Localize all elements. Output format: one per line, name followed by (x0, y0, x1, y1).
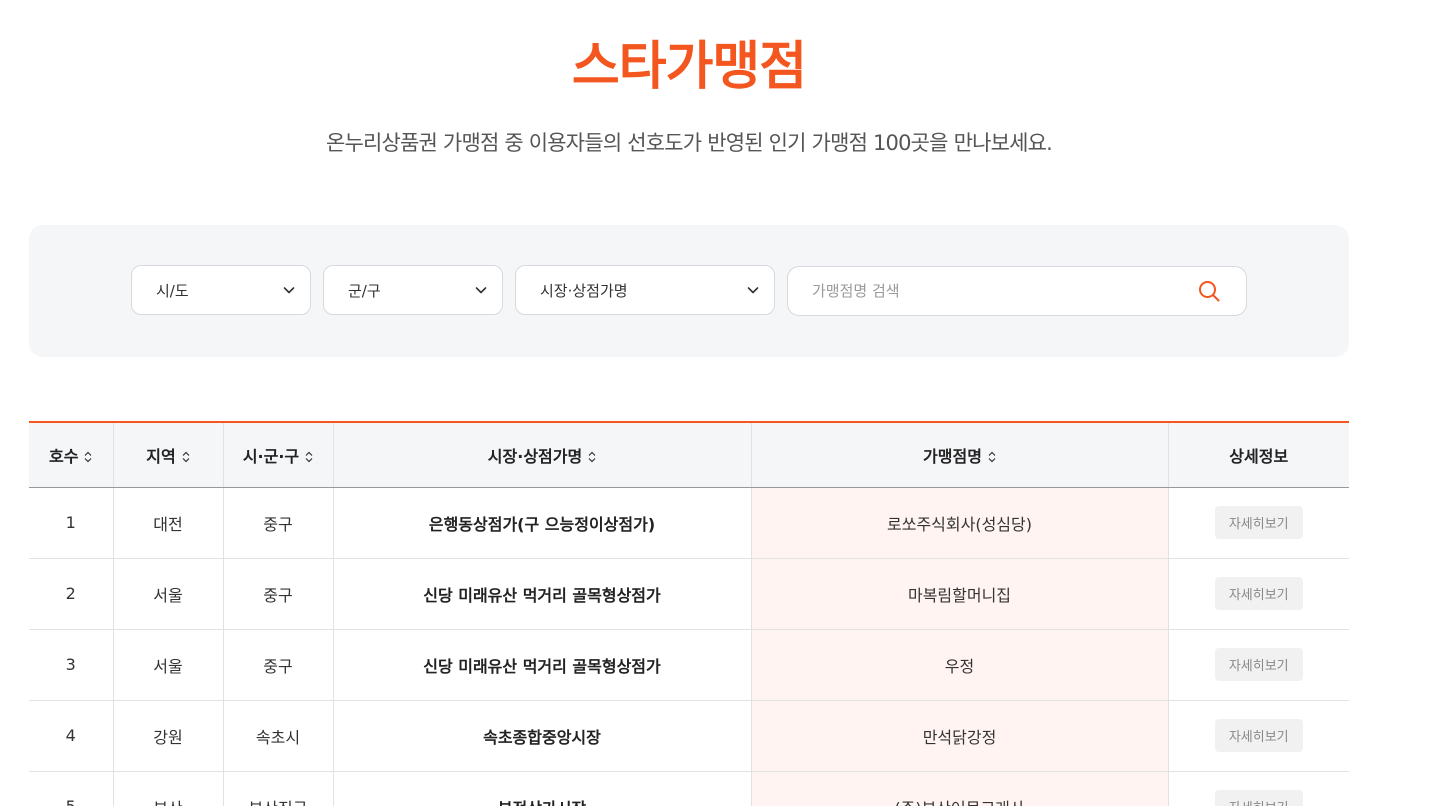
cell-city: 중구 (223, 629, 334, 701)
cell-detail: 자세히보기 (1168, 629, 1349, 701)
sort-icon (988, 451, 996, 463)
cell-detail: 자세히보기 (1168, 487, 1349, 559)
col-header-store[interactable]: 가맹점명 (751, 423, 1169, 488)
col-header-city[interactable]: 시·군·구 (223, 423, 334, 488)
cell-region: 부산 (113, 771, 224, 806)
detail-button[interactable]: 자세히보기 (1214, 506, 1303, 539)
cell-detail: 자세히보기 (1168, 771, 1349, 806)
detail-button[interactable]: 자세히보기 (1214, 577, 1303, 610)
cell-store: 로쏘주식회사(성심당) (751, 487, 1169, 559)
table-header-row: 호수 지역 시·군·구 시장·상점가명 가맹점명 상세정보 (29, 423, 1349, 488)
col-header-region-label: 지역 (146, 446, 176, 466)
chevron-down-icon (746, 283, 760, 297)
gungu-select[interactable]: 군/구 (323, 265, 503, 315)
col-header-no[interactable]: 호수 (29, 423, 114, 488)
col-header-store-label: 가맹점명 (923, 446, 982, 466)
table-row: 5 부산 부산진구 부전상가시장 (주)부산어묵고래사 자세히보기 (29, 771, 1349, 806)
detail-button[interactable]: 자세히보기 (1214, 790, 1303, 806)
sido-select-label: 시/도 (156, 281, 189, 300)
sort-icon (305, 451, 313, 463)
chevron-down-icon (474, 283, 488, 297)
table-row: 4 강원 속초시 속초종합중앙시장 만석닭강정 자세히보기 (29, 700, 1349, 772)
page: 스타가맹점 온누리상품권 가맹점 중 이용자들의 선호도가 반영된 인기 가맹점… (0, 0, 1431, 806)
filter-panel: 시/도 군/구 시장·상점가명 (29, 225, 1349, 357)
col-header-market[interactable]: 시장·상점가명 (333, 423, 752, 488)
page-title: 스타가맹점 (571, 37, 807, 97)
col-header-detail: 상세정보 (1168, 423, 1349, 488)
detail-button[interactable]: 자세히보기 (1214, 648, 1303, 681)
cell-region: 서울 (113, 558, 224, 630)
col-header-no-label: 호수 (49, 446, 79, 466)
cell-city: 속초시 (223, 700, 334, 772)
page-subtitle: 온누리상품권 가맹점 중 이용자들의 선호도가 반영된 인기 가맹점 100곳을… (325, 131, 1053, 155)
store-search-input[interactable] (812, 282, 1196, 300)
cell-region: 강원 (113, 700, 224, 772)
cell-no: 5 (29, 771, 114, 806)
gungu-select-label: 군/구 (348, 281, 381, 300)
star-store-table: 호수 지역 시·군·구 시장·상점가명 가맹점명 상세정보 1 대전 중구 은행… (29, 421, 1349, 806)
cell-detail: 자세히보기 (1168, 558, 1349, 630)
cell-market: 신당 미래유산 먹거리 골목형상점가 (333, 629, 752, 701)
cell-city: 중구 (223, 487, 334, 559)
cell-detail: 자세히보기 (1168, 700, 1349, 772)
market-select-label: 시장·상점가명 (540, 281, 628, 300)
cell-market: 속초종합중앙시장 (333, 700, 752, 772)
sort-icon (85, 451, 92, 463)
sido-select[interactable]: 시/도 (131, 265, 311, 315)
market-select[interactable]: 시장·상점가명 (515, 265, 775, 315)
cell-city: 부산진구 (223, 771, 334, 806)
cell-store: 우정 (751, 629, 1169, 701)
table-row: 2 서울 중구 신당 미래유산 먹거리 골목형상점가 마복림할머니집 자세히보기 (29, 558, 1349, 630)
cell-region: 서울 (113, 629, 224, 701)
cell-market: 신당 미래유산 먹거리 골목형상점가 (333, 558, 752, 630)
cell-region: 대전 (113, 487, 224, 559)
cell-city: 중구 (223, 558, 334, 630)
chevron-down-icon (282, 283, 296, 297)
col-header-city-label: 시·군·구 (242, 446, 300, 466)
cell-store: (주)부산어묵고래사 (751, 771, 1169, 806)
detail-button[interactable]: 자세히보기 (1214, 719, 1303, 752)
cell-no: 2 (29, 558, 114, 630)
col-header-region[interactable]: 지역 (113, 423, 224, 488)
cell-no: 4 (29, 700, 114, 772)
cell-store: 마복림할머니집 (751, 558, 1169, 630)
store-search (787, 266, 1247, 316)
cell-market: 은행동상점가(구 으능정이상점가) (333, 487, 752, 559)
cell-market: 부전상가시장 (333, 771, 752, 806)
sort-icon (588, 451, 596, 463)
cell-no: 1 (29, 487, 114, 559)
table-row: 3 서울 중구 신당 미래유산 먹거리 골목형상점가 우정 자세히보기 (29, 629, 1349, 701)
col-header-market-label: 시장·상점가명 (487, 446, 583, 466)
cell-store: 만석닭강정 (751, 700, 1169, 772)
cell-no: 3 (29, 629, 114, 701)
table-row: 1 대전 중구 은행동상점가(구 으능정이상점가) 로쏘주식회사(성심당) 자세… (29, 487, 1349, 559)
sort-icon (182, 451, 190, 463)
search-icon[interactable] (1196, 278, 1222, 304)
